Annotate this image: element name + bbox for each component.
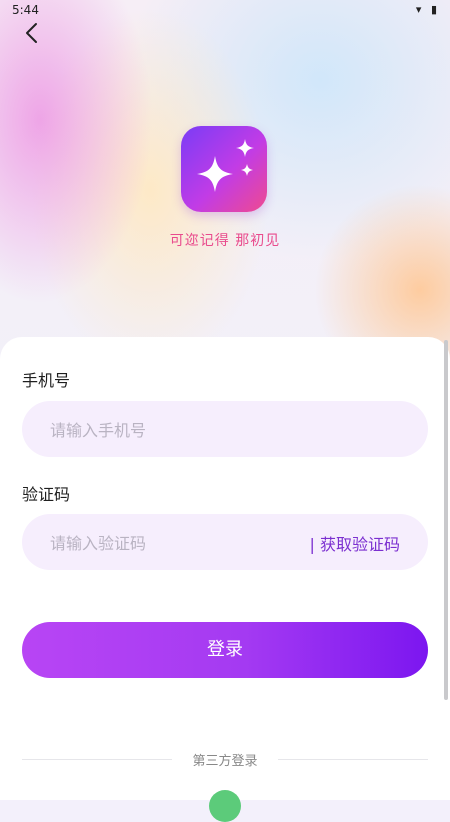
login-button[interactable]: 登录 bbox=[22, 622, 428, 678]
third-party-label: 第三方登录 bbox=[0, 750, 450, 769]
third-party-text: 第三方登录 bbox=[180, 754, 270, 769]
chevron-left-icon bbox=[26, 23, 37, 43]
code-label: 验证码 bbox=[22, 485, 71, 504]
status-time: 5:44 bbox=[12, 3, 39, 17]
phone-input[interactable] bbox=[48, 401, 312, 459]
scrollbar[interactable] bbox=[444, 340, 448, 700]
code-input[interactable] bbox=[48, 514, 312, 572]
wechat-login-button[interactable] bbox=[209, 790, 241, 822]
back-button[interactable] bbox=[20, 20, 46, 46]
status-bar: 5:44 ▾ ▮ bbox=[0, 0, 450, 20]
code-input-box[interactable]: | 获取验证码 bbox=[22, 514, 428, 572]
app-slogan: 可迩记得 那初见 bbox=[169, 233, 281, 249]
app-logo bbox=[181, 126, 267, 212]
sparkle-icon bbox=[197, 139, 254, 192]
get-code-button[interactable]: | 获取验证码 bbox=[310, 531, 400, 555]
phone-input-box[interactable] bbox=[22, 401, 428, 459]
phone-label: 手机号 bbox=[22, 371, 71, 390]
status-icons: ▾ ▮ bbox=[415, 3, 440, 16]
